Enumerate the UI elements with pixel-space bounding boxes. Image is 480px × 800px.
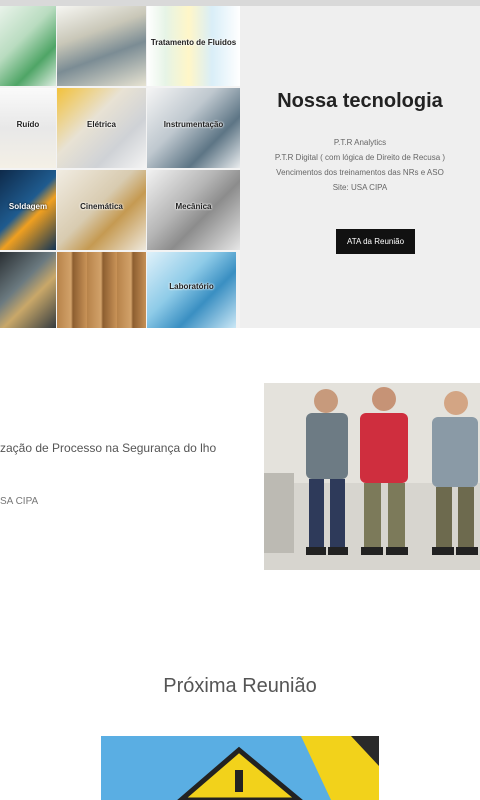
technology-line: P.T.R Digital ( com lógica de Direito de…: [274, 153, 446, 162]
technology-panel: Nossa tecnologia P.T.R Analytics P.T.R D…: [240, 6, 480, 328]
warning-banner-image: [101, 736, 379, 800]
technology-title: Nossa tecnologia: [277, 90, 443, 112]
collage-caption: Cinemática: [80, 202, 123, 211]
technology-collage: Tratamento de Fluidos Ruído Elétrica Ins…: [0, 6, 240, 328]
technology-list: P.T.R Analytics P.T.R Digital ( com lógi…: [240, 135, 480, 195]
collage-caption: Laboratório: [169, 282, 214, 292]
warning-sign-icon: [101, 736, 379, 800]
collage-tile-turbine: [0, 252, 56, 328]
collage-caption: Tratamento de Fluidos: [150, 38, 237, 47]
next-meeting-title: Próxima Reunião: [163, 675, 317, 697]
collage-tile-warehouse: [57, 252, 146, 328]
collage-tile-fluids: Tratamento de Fluidos: [147, 6, 240, 86]
collage-tile-laboratory: Laboratório: [147, 252, 236, 328]
collage-tile-kinematics: Cinemática: [57, 170, 146, 250]
collage-tile-welding: Soldagem: [0, 170, 56, 250]
collage-tile-mechanics: Mecânica: [147, 170, 240, 250]
process-description: zação de Processo na Segurança do lho: [0, 441, 217, 455]
collage-tile-electric: Elétrica: [57, 88, 146, 168]
collage-tile-plant: [57, 6, 146, 86]
collage-tile-noise: Ruído: [0, 88, 56, 168]
collage-caption: Elétrica: [87, 120, 116, 129]
technology-line: P.T.R Analytics: [333, 138, 387, 147]
collage-caption: Soldagem: [8, 202, 48, 211]
collage-caption: Mecânica: [175, 202, 212, 211]
collage-tile-instrumentation: Instrumentação: [147, 88, 240, 168]
technology-line: Vencimentos dos treinamentos das NRs e A…: [276, 168, 444, 177]
collage-caption: Instrumentação: [163, 120, 224, 129]
ata-reuniao-button[interactable]: ATA da Reunião: [336, 229, 415, 254]
team-photo: [264, 383, 480, 570]
collage-tile-machinery: [0, 6, 56, 86]
collage-caption: Ruído: [16, 120, 40, 129]
team-photo-illustration: [264, 383, 480, 570]
technology-line: Site: USA CIPA: [332, 183, 388, 192]
site-text: SA CIPA: [0, 496, 39, 507]
